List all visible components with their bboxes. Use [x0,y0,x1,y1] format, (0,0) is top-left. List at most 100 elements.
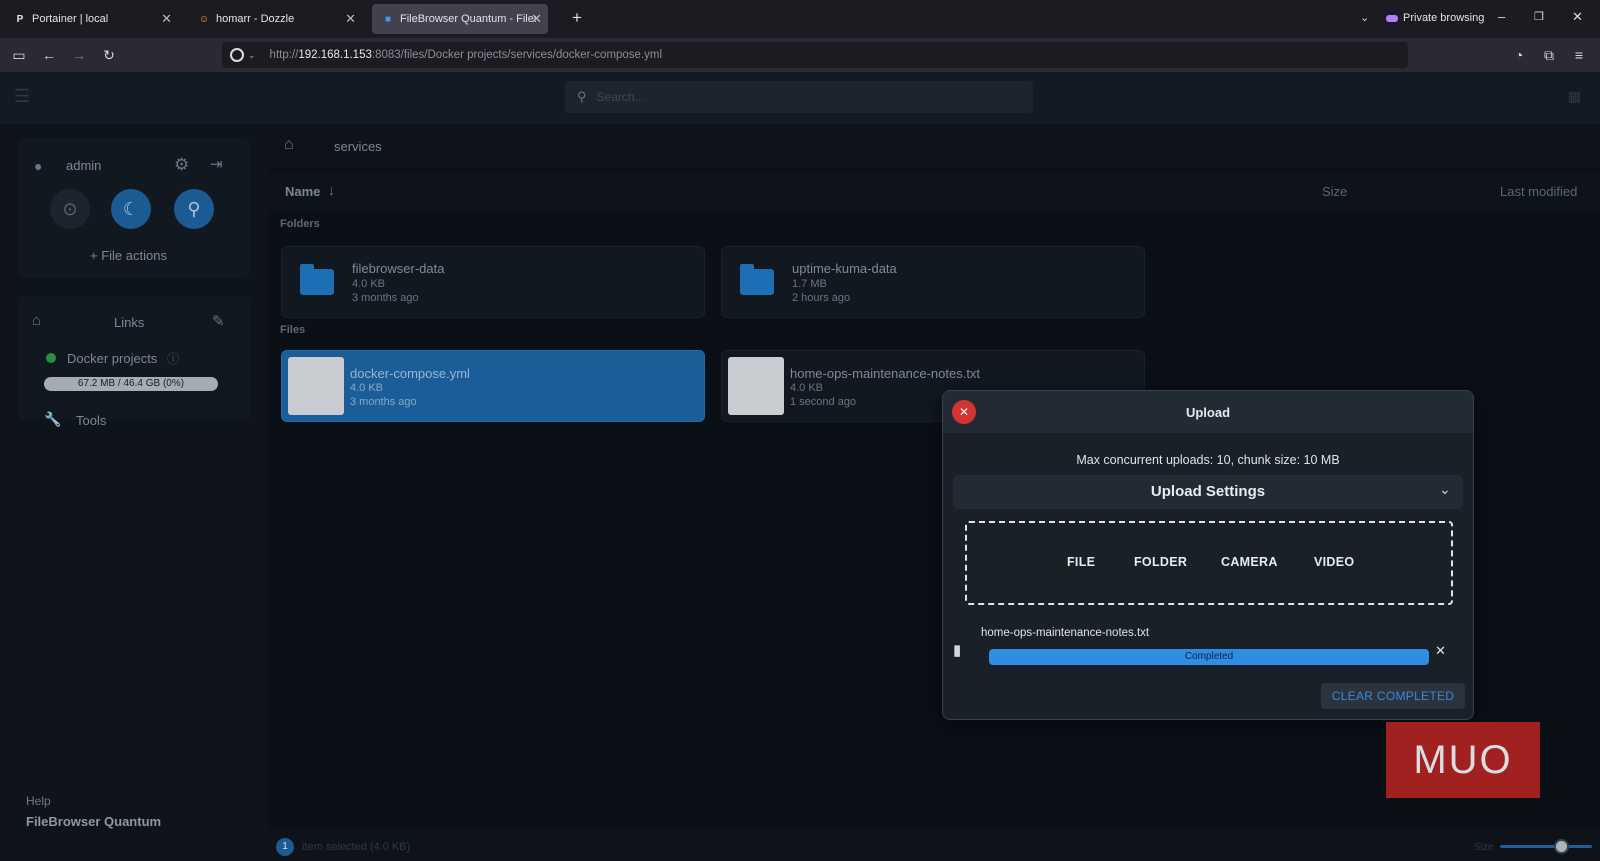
folder-item[interactable]: filebrowser-data 4.0 KB 3 months ago [281,246,705,318]
upload-title: Upload [1185,405,1231,420]
storage-usage-label: 67.2 MB / 46.4 GB (0%) [77,378,185,389]
user-card: ● admin ⚙ ⇥ ⊙ ☾ ⚲ + File actions [18,138,250,278]
tab-filebrowser[interactable]: ■ FileBrowser Quantum - Files - d ✕ [372,4,548,34]
size-slider-handle[interactable] [1554,839,1569,854]
logout-icon[interactable]: ⇥ [210,155,223,173]
files-section-title: Files [280,324,306,336]
upload-file-name: home-ops-maintenance-notes.txt [981,627,1150,639]
size-slider-label: Size [1474,842,1494,853]
breadcrumb-services[interactable]: services [334,139,382,154]
item-name: home-ops-maintenance-notes.txt [790,366,981,381]
item-name: filebrowser-data [352,261,445,276]
search-placeholder: Search... [596,90,645,104]
upload-settings-label: Upload Settings [1150,483,1266,500]
home-icon[interactable]: ⌂ [32,312,41,329]
firefox-view-icon[interactable]: ◔ [1510,46,1528,64]
size-slider[interactable] [1500,845,1592,848]
drop-zone[interactable]: FILE FOLDER CAMERA VIDEO [965,521,1453,605]
chevron-down-icon: ⌄ [1439,481,1451,497]
extensions-icon[interactable]: ⧉ [1540,46,1558,64]
tab-label: Portainer | local [32,13,109,25]
close-tab-icon[interactable]: ✕ [345,11,356,27]
restore-icon[interactable]: ❐ [1534,10,1544,23]
sidebar-toggle-icon[interactable]: ▭ [10,46,28,64]
private-browsing-label: Private browsing [1403,12,1485,24]
tab-list-chevron-icon[interactable]: ⌄ [1360,11,1369,24]
sort-name-header[interactable]: Name [285,184,320,199]
back-icon[interactable]: ← [40,46,58,64]
grid-view-icon[interactable]: ▦ [1568,88,1581,105]
address-bar[interactable]: ⌄ http://192.168.1.153:8083/files/Docker… [222,42,1408,68]
clear-completed-button[interactable]: CLEAR COMPLETED [1321,683,1465,709]
upload-progress-bar: Completed [989,649,1429,665]
multi-select-icon[interactable]: ⊙ [50,189,90,229]
dozzle-icon: ☺ [198,13,210,25]
remove-upload-icon[interactable]: ✕ [1435,643,1446,659]
column-header: Name ↓ Size Last modified [268,172,1600,210]
dark-mode-icon[interactable]: ☾ [111,189,151,229]
private-mask-icon [1386,14,1398,22]
url-host: 192.168.1.153 [298,49,372,61]
close-tab-icon[interactable]: ✕ [161,11,172,27]
filebrowser-icon: ■ [384,13,392,25]
upload-info: Max concurrent uploads: 10, chunk size: … [1076,453,1340,467]
tab-dozzle[interactable]: ☺ homarr - Dozzle ✕ [188,4,364,34]
arrow-down-icon[interactable]: ↓ [328,182,335,198]
wrench-icon: 🔧 [44,411,62,427]
file-item-selected[interactable]: docker-compose.yml 4.0 KB 3 months ago [281,350,705,422]
tab-label: homarr - Dozzle [216,13,295,25]
document-icon: ▮ [953,642,962,659]
hamburger-icon[interactable]: ☰ [14,86,30,107]
folder-item[interactable]: uptime-kuma-data 1.7 MB 2 hours ago [721,246,1145,318]
url-prefix: http:// [269,49,299,61]
window-close-icon[interactable]: ✕ [1572,9,1583,25]
folder-icon [740,264,774,295]
video-button[interactable]: VIDEO [1314,555,1354,569]
file-button[interactable]: FILE [1067,555,1095,569]
minimize-icon[interactable]: – [1498,9,1505,24]
sort-modified-header[interactable]: Last modified [1500,184,1577,199]
folder-button[interactable]: FOLDER [1134,555,1187,569]
file-actions-button[interactable]: + File actions [90,248,167,263]
info-icon[interactable]: ⓘ [167,350,179,367]
selected-count-badge: 1 [276,838,294,856]
upload-settings-expander[interactable]: Upload Settings ⌄ [953,475,1463,509]
search-icon: ⚲ [577,89,587,104]
source-link-docker-projects[interactable]: Docker projects [67,351,157,366]
upload-dialog-header: ✕ Upload [943,391,1473,433]
tab-label: FileBrowser Quantum - Files - d [400,13,536,25]
tab-portainer[interactable]: P Portainer | local ✕ [4,4,180,34]
app-name: FileBrowser Quantum [26,814,162,829]
browser-tab-bar: P Portainer | local ✕ ☺ homarr - Dozzle … [0,0,1600,38]
item-name: docker-compose.yml [350,366,470,381]
help-link[interactable]: Help [26,794,51,808]
item-modified: 3 months ago [350,396,417,408]
camera-button[interactable]: CAMERA [1221,555,1278,569]
reload-icon[interactable]: ↻ [100,46,118,64]
forward-icon[interactable]: → [70,46,88,64]
pin-icon[interactable]: ⚲ [174,189,214,229]
status-dot-icon [46,353,56,363]
muo-watermark-logo: MUO [1386,722,1540,798]
browser-nav-bar: ▭ ← → ↻ ⌄ http://192.168.1.153:8083/file… [0,38,1600,72]
edit-pencil-icon[interactable]: ✎ [212,312,225,330]
breadcrumb: ⌂ services [268,124,1600,168]
gear-icon[interactable]: ⚙ [174,155,189,175]
file-thumbnail [288,357,344,415]
file-thumbnail [728,357,784,415]
sort-size-header[interactable]: Size [1322,184,1347,199]
item-modified: 3 months ago [352,292,419,304]
tools-link[interactable]: Tools [76,413,106,428]
close-tab-icon[interactable]: ✕ [531,11,542,27]
selection-info: item selected (4.0 KB) [302,841,411,853]
private-browsing-indicator: Private browsing [1386,12,1484,24]
menu-icon[interactable]: ≡ [1570,46,1588,64]
home-icon[interactable]: ⌂ [284,136,294,154]
sidebar: ● admin ⚙ ⇥ ⊙ ☾ ⚲ + File actions ⌂ Links… [0,124,268,861]
search-input[interactable]: ⚲ Search... [565,81,1033,113]
upload-dialog: ✕ Upload Max concurrent uploads: 10, chu… [942,390,1474,720]
site-info-icon[interactable] [230,48,244,62]
item-modified: 1 second ago [790,396,857,408]
new-tab-icon[interactable]: + [572,8,582,28]
chevron-down-icon[interactable]: ⌄ [248,50,256,61]
